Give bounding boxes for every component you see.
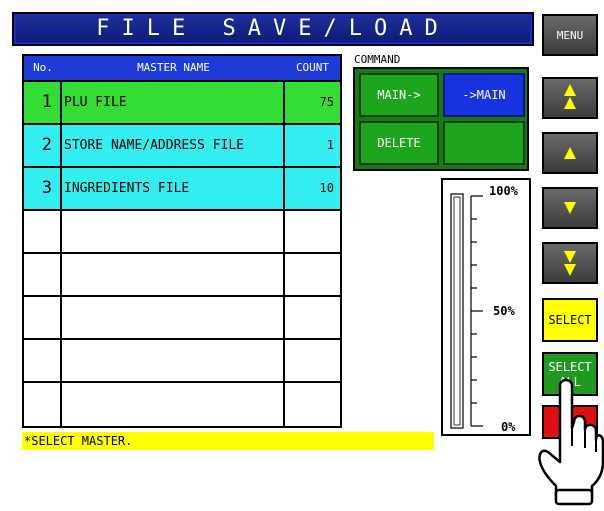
master-count: [285, 383, 340, 426]
main-to-button[interactable]: MAIN->: [359, 73, 439, 117]
col-header-count: COUNT: [285, 56, 340, 80]
up-button[interactable]: [542, 132, 598, 174]
row-number: 1: [24, 82, 62, 125]
table-row[interactable]: 2 STORE NAME/ADDRESS FILE 1: [24, 123, 340, 168]
master-count: [285, 254, 340, 297]
pointing-hand-icon: [538, 378, 604, 506]
table-row[interactable]: [24, 252, 340, 297]
double-up-arrow-icon: [564, 84, 576, 109]
row-number: [24, 211, 62, 254]
double-down-arrow-icon: [564, 251, 576, 276]
master-count: 1: [326, 138, 334, 152]
status-message: *SELECT MASTER.: [22, 432, 434, 450]
master-count: [285, 340, 340, 383]
master-name: [62, 340, 285, 383]
delete-button[interactable]: DELETE: [359, 121, 439, 165]
master-name: [62, 254, 285, 297]
master-count: [285, 297, 340, 340]
table-row[interactable]: [24, 338, 340, 383]
table-row[interactable]: [24, 209, 340, 254]
gauge-label-100: 100%: [489, 184, 518, 198]
table-row[interactable]: [24, 295, 340, 340]
table-row[interactable]: 3 INGREDIENTS FILE 10: [24, 166, 340, 211]
gauge-label-0: 0%: [501, 420, 516, 434]
master-count: [285, 211, 340, 254]
blank-command-button[interactable]: [443, 121, 525, 165]
master-name: [62, 211, 285, 254]
page-up-button[interactable]: [542, 77, 598, 119]
command-label: COMMAND: [354, 53, 401, 66]
to-main-button[interactable]: ->MAIN: [443, 73, 525, 117]
gauge-scale: [450, 193, 483, 429]
col-header-name: MASTER NAME: [62, 56, 286, 80]
menu-button[interactable]: MENU: [542, 14, 598, 56]
page-title: FILE SAVE/LOAD: [12, 12, 534, 46]
gauge-label-50: 50%: [493, 304, 515, 318]
select-button[interactable]: SELECT: [542, 298, 598, 342]
row-number: [24, 254, 62, 297]
down-arrow-icon: [564, 202, 576, 214]
row-number: [24, 383, 62, 426]
row-number: 2: [24, 125, 62, 168]
page-down-button[interactable]: [542, 242, 598, 284]
capacity-gauge: 100% 50% 0%: [441, 178, 531, 436]
master-count: 10: [319, 181, 334, 195]
master-name: [62, 383, 285, 426]
master-count: 75: [319, 95, 334, 109]
down-button[interactable]: [542, 187, 598, 229]
table-row[interactable]: 1 PLU FILE 75: [24, 80, 340, 125]
master-name: PLU FILE: [62, 82, 285, 125]
master-table: No. MASTER NAME COUNT 1 PLU FILE 75 2 STORE …: [22, 54, 342, 428]
row-number: [24, 297, 62, 340]
master-name: STORE NAME/ADDRESS FILE: [62, 125, 285, 168]
row-number: 3: [24, 168, 62, 211]
up-arrow-icon: [564, 147, 576, 159]
master-name: INGREDIENTS FILE: [62, 168, 285, 211]
command-panel: MAIN-> ->MAIN DELETE: [353, 67, 529, 171]
table-row[interactable]: [24, 381, 340, 426]
col-header-no: No.: [24, 56, 63, 80]
master-name: [62, 297, 285, 340]
row-number: [24, 340, 62, 383]
